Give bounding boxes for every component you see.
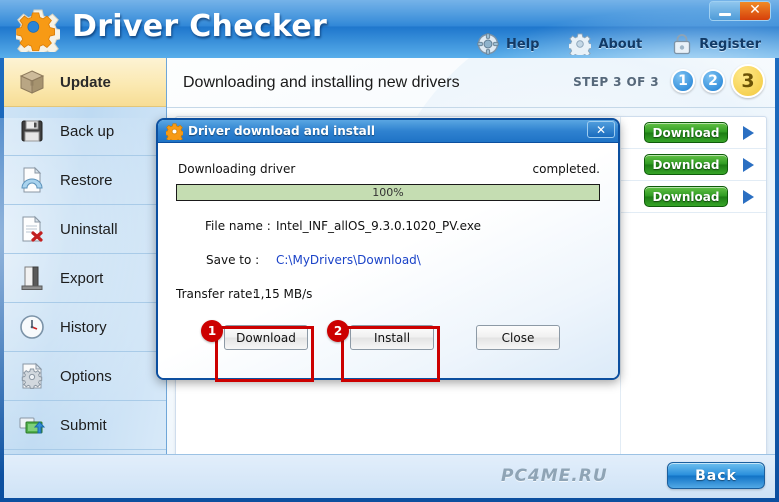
- sidebar-item-label: Back up: [60, 122, 115, 140]
- dialog-title: Driver download and install: [188, 124, 376, 138]
- install-button[interactable]: Install: [350, 325, 434, 350]
- dialog-close-button[interactable]: ✕: [587, 121, 615, 138]
- document-restore-icon: [18, 166, 46, 194]
- back-button[interactable]: Back: [667, 462, 765, 489]
- download-status-label: Downloading driver: [178, 162, 296, 176]
- progress-bar-label: 100%: [372, 186, 404, 199]
- play-arrow-icon[interactable]: [743, 190, 754, 204]
- save-to-label: Save to :: [206, 253, 260, 267]
- watermark-text: PC4ME.RU: [501, 466, 608, 486]
- step-3-badge: 3: [731, 64, 765, 98]
- floppy-disk-icon: [18, 117, 46, 145]
- sidebar-item-update[interactable]: Update: [4, 58, 166, 107]
- transfer-rate-value: 1,15 MB/s: [253, 287, 313, 301]
- application-window: Driver Checker ✕ Help About Register Upd…: [0, 0, 779, 502]
- minimize-button[interactable]: [710, 2, 740, 20]
- sidebar: Update Back up Restore Uninstall Export …: [0, 58, 224, 502]
- close-button[interactable]: ✕: [740, 2, 770, 20]
- gear-icon: [166, 123, 183, 140]
- sidebar-item-restore[interactable]: Restore: [4, 156, 166, 205]
- app-title: Driver Checker: [72, 9, 328, 44]
- menu-item-help[interactable]: Help: [477, 33, 539, 55]
- step-1-badge: 1: [671, 69, 695, 93]
- top-menu: Help About Register: [477, 33, 761, 55]
- save-to-value: C:\MyDrivers\Download\: [276, 253, 421, 267]
- sidebar-item-label: History: [60, 318, 107, 336]
- annotation-badge-2: 2: [327, 320, 349, 342]
- sidebar-item-label: Uninstall: [60, 220, 118, 238]
- title-bar: Driver Checker ✕ Help About Register: [0, 0, 779, 58]
- menu-item-label: Register: [699, 36, 761, 52]
- dialog-title-bar: Driver download and install ✕: [158, 120, 618, 143]
- play-arrow-icon[interactable]: [743, 126, 754, 140]
- row-download-button[interactable]: Download: [644, 154, 728, 175]
- gear-about-icon: [569, 33, 592, 55]
- sidebar-item-label: Update: [60, 73, 111, 91]
- menu-item-about[interactable]: About: [569, 33, 642, 55]
- sidebar-item-label: Submit: [60, 416, 107, 434]
- download-status-value: completed.: [532, 162, 600, 176]
- step-2-badge: 2: [701, 69, 725, 93]
- lock-register-icon: [674, 34, 691, 55]
- sidebar-item-uninstall[interactable]: Uninstall: [4, 205, 166, 254]
- close-icon: ✕: [749, 2, 761, 18]
- step-indicators: 1 2 3: [671, 64, 765, 98]
- annotation-badge-1: 1: [201, 320, 223, 342]
- sidebar-item-history[interactable]: History: [4, 303, 166, 352]
- page-title: Downloading and installing new drivers: [183, 73, 460, 91]
- sidebar-item-label: Options: [60, 367, 112, 385]
- progress-bar: 100%: [176, 184, 600, 201]
- main-header: Downloading and installing new drivers S…: [167, 58, 775, 108]
- menu-item-register[interactable]: Register: [672, 33, 761, 55]
- play-arrow-icon[interactable]: [743, 158, 754, 172]
- download-button[interactable]: Download: [224, 325, 308, 350]
- sidebar-item-label: Restore: [60, 171, 113, 189]
- lifebuoy-help-icon: [477, 33, 499, 55]
- driver-download-dialog: Driver download and install ✕ Downloadin…: [156, 118, 620, 380]
- step-indicator-text: STEP 3 OF 3: [573, 75, 659, 89]
- footer-bar: PC4ME.RU Back: [4, 454, 775, 498]
- box-package-icon: [18, 68, 46, 96]
- sidebar-item-export[interactable]: Export: [4, 254, 166, 303]
- menu-item-label: About: [598, 36, 643, 52]
- dialog-body: Downloading driver completed. 100% File …: [158, 143, 618, 378]
- document-delete-icon: [18, 215, 46, 243]
- sidebar-item-label: Export: [60, 269, 104, 287]
- sidebar-item-submit[interactable]: Submit: [4, 401, 166, 450]
- menu-item-label: Help: [505, 36, 540, 52]
- gear-icon: [16, 9, 60, 52]
- file-name-label: File name :: [205, 219, 271, 233]
- row-download-button[interactable]: Download: [644, 122, 728, 143]
- clock-history-icon: [18, 313, 46, 341]
- server-export-icon: [18, 264, 46, 292]
- row-download-button[interactable]: Download: [644, 186, 728, 207]
- window-controls: ✕: [709, 1, 771, 21]
- transfer-rate-label: Transfer rate:: [176, 287, 257, 301]
- close-button[interactable]: Close: [476, 325, 560, 350]
- sidebar-item-backup[interactable]: Back up: [4, 107, 166, 156]
- file-name-value: Intel_INF_allOS_9.3.0.1020_PV.exe: [276, 219, 481, 233]
- sidebar-item-options[interactable]: Options: [4, 352, 166, 401]
- gear-options-icon: [18, 362, 46, 390]
- monitor-upload-icon: [18, 411, 46, 439]
